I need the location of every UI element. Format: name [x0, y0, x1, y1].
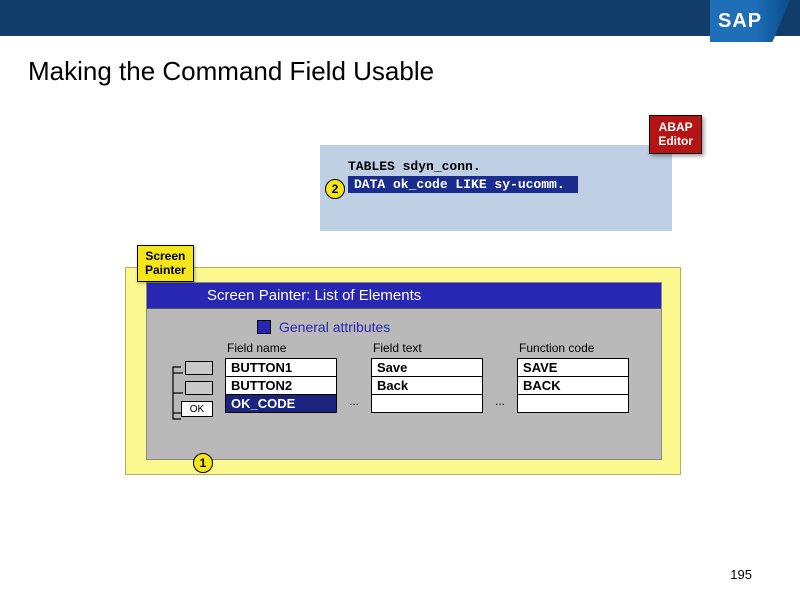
header-bar: SAP: [0, 0, 800, 36]
row-button-1[interactable]: [185, 361, 213, 375]
screen-painter-window: Screen Painter: List of Elements General…: [146, 282, 662, 460]
ellipsis: ...: [349, 394, 359, 408]
sap-logo: SAP: [710, 0, 790, 42]
step-badge-2: 2: [325, 179, 345, 199]
field-text-cell[interactable]: [371, 394, 483, 413]
function-code-cell[interactable]: [517, 394, 629, 413]
field-name-cell-selected[interactable]: OK_CODE: [225, 394, 337, 413]
field-name-header: Field name: [225, 341, 337, 355]
field-name-cell[interactable]: BUTTON2: [225, 376, 337, 395]
abap-label-line2: Editor: [658, 134, 693, 148]
code-line-1: TABLES sdyn_conn.: [348, 159, 660, 174]
general-attributes-icon: [257, 320, 271, 334]
function-code-cell[interactable]: SAVE: [517, 358, 629, 377]
function-code-cell[interactable]: BACK: [517, 376, 629, 395]
function-code-header: Function code: [517, 341, 629, 355]
slide-title: Making the Command Field Usable: [28, 56, 800, 87]
field-text-cell[interactable]: Back: [371, 376, 483, 395]
field-text-column: Field text Save Back: [371, 341, 483, 412]
element-list-columns: OK Field name BUTTON1 BUTTON2 OK_CODE ..…: [167, 341, 661, 412]
field-text-cell[interactable]: Save: [371, 358, 483, 377]
row-marker-column: OK: [167, 359, 215, 412]
general-attributes-row: General attributes: [257, 319, 661, 335]
row-button-2[interactable]: [185, 381, 213, 395]
function-code-column: Function code SAVE BACK: [517, 341, 629, 412]
screen-painter-panel: Screen Painter: List of Elements General…: [125, 267, 681, 475]
screen-painter-titlebar: Screen Painter: List of Elements: [147, 283, 661, 309]
abap-label-line1: ABAP: [659, 120, 693, 134]
abap-code-box: TABLES sdyn_conn. DATA ok_code LIKE sy-u…: [320, 145, 672, 231]
code-line-2: DATA ok_code LIKE sy-ucomm.: [348, 176, 578, 193]
step-badge-1: 1: [193, 453, 213, 473]
sp-label-line2: Painter: [145, 263, 186, 277]
field-name-column: Field name BUTTON1 BUTTON2 OK_CODE: [225, 341, 337, 412]
general-attributes-text: General attributes: [279, 319, 390, 335]
field-name-cell[interactable]: BUTTON1: [225, 358, 337, 377]
slide-content: ABAP Editor TABLES sdyn_conn. DATA ok_co…: [0, 87, 800, 567]
abap-editor-label: ABAP Editor: [649, 115, 702, 154]
ellipsis: ...: [495, 394, 505, 408]
sp-label-line1: Screen: [145, 249, 185, 263]
screen-painter-label: Screen Painter: [137, 245, 194, 282]
ok-marker: OK: [181, 401, 213, 417]
page-number: 195: [730, 567, 752, 582]
field-text-header: Field text: [371, 341, 483, 355]
